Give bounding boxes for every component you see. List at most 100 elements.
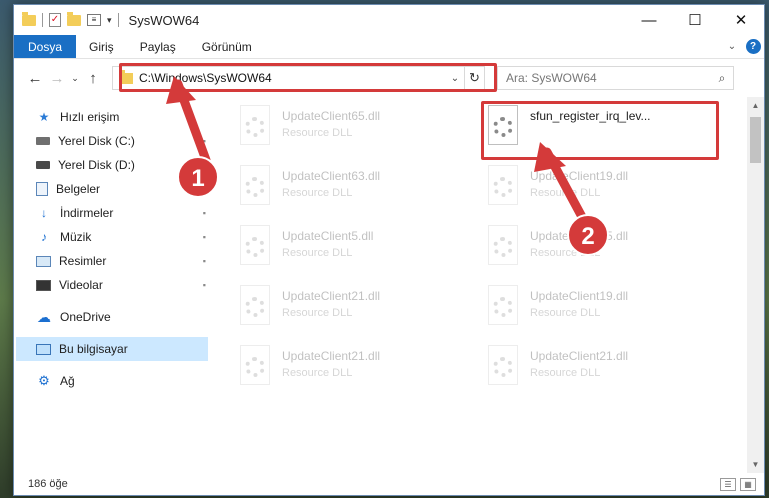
drive-icon: [36, 161, 50, 169]
file-type: Resource DLL: [282, 367, 353, 379]
back-button[interactable]: ←: [24, 70, 46, 87]
sidebar-item-label: Yerel Disk (D:): [58, 158, 135, 172]
dll-file-icon: [486, 345, 522, 389]
maximize-button[interactable]: ☐: [672, 5, 718, 35]
sidebar-item-quick-access[interactable]: ★ Hızlı erişim: [14, 105, 210, 129]
customize-toolbar-icon[interactable]: ▾: [107, 15, 112, 26]
file-type: Resource DLL: [530, 307, 601, 319]
step-badge-2: 2: [567, 214, 609, 256]
quick-access-toolbar: ✓ ≡ ▾: [22, 11, 119, 27]
recent-locations-button[interactable]: ⌄: [68, 73, 82, 84]
sidebar-item-label: Bu bilgisayar: [59, 342, 128, 356]
pin-icon[interactable]: ▪: [203, 136, 206, 146]
window-controls: — ☐ ✕: [626, 5, 764, 35]
sidebar-item-music[interactable]: ♪ Müzik ▪: [14, 225, 210, 249]
pin-icon[interactable]: ▪: [203, 256, 206, 266]
minimize-button[interactable]: —: [626, 5, 672, 35]
close-button[interactable]: ✕: [718, 5, 764, 35]
sidebar-item-network[interactable]: ⚙ Ağ: [14, 369, 210, 393]
download-icon: ↓: [41, 206, 47, 220]
tab-home[interactable]: Giriş: [76, 35, 127, 58]
scroll-down-icon[interactable]: ▼: [747, 456, 764, 473]
file-type: Resource DLL: [282, 247, 353, 259]
dll-file-icon: [238, 105, 274, 149]
forward-button[interactable]: →: [46, 70, 68, 87]
dll-file-icon: [238, 165, 274, 209]
search-icon[interactable]: ⌕: [711, 71, 733, 86]
expand-ribbon-icon[interactable]: ⌄: [722, 35, 742, 58]
file-item[interactable]: UpdateClient21.dll Resource DLL: [232, 343, 464, 397]
scroll-thumb[interactable]: [750, 117, 761, 163]
ribbon-tabs: Dosya Giriş Paylaş Görünüm ⌄ ?: [14, 35, 764, 59]
sidebar-item-downloads[interactable]: ↓ İndirmeler ▪: [14, 201, 210, 225]
dll-file-icon: [486, 165, 522, 209]
dll-file-icon: [486, 285, 522, 329]
step-badge-1: 1: [177, 156, 219, 198]
vertical-scrollbar[interactable]: ▲ ▼: [747, 97, 764, 473]
file-name: UpdateClient21.dll: [282, 289, 381, 303]
file-name: UpdateClient19.dll: [530, 289, 629, 303]
new-folder-icon[interactable]: [67, 11, 81, 26]
sidebar-item-label: Yerel Disk (C:): [58, 134, 135, 148]
cloud-icon: ☁: [37, 308, 51, 325]
star-icon: ★: [38, 110, 50, 124]
folder-icon: [22, 11, 36, 26]
sidebar-item-videos[interactable]: Videolar ▪: [14, 273, 210, 297]
network-icon: ⚙: [38, 373, 50, 388]
item-count: 186 öğe: [28, 478, 68, 490]
pin-icon[interactable]: ▪: [203, 280, 206, 290]
tab-share[interactable]: Paylaş: [127, 35, 189, 58]
dll-file-icon: [238, 225, 274, 269]
sidebar-item-local-disk-c[interactable]: Yerel Disk (C:) ▪: [14, 129, 210, 153]
dll-file-icon: [238, 285, 274, 329]
file-item[interactable]: UpdateClient19.dll Resource DLL: [480, 163, 712, 217]
navigation-pane: ★ Hızlı erişim Yerel Disk (C:) ▪ Yerel D…: [14, 97, 210, 473]
sidebar-item-label: OneDrive: [60, 310, 111, 324]
up-button[interactable]: ↑: [82, 70, 104, 87]
music-icon: ♪: [41, 230, 47, 244]
sidebar-item-label: Belgeler: [56, 182, 101, 196]
search-input[interactable]: Ara: SysWOW64 ⌕: [497, 66, 734, 90]
properties-check-icon[interactable]: ✓: [49, 13, 61, 27]
file-item[interactable]: UpdateClient5.dll Resource DLL: [232, 223, 464, 277]
pin-icon[interactable]: ▪: [203, 232, 206, 242]
file-type: Resource DLL: [282, 187, 353, 199]
scroll-up-icon[interactable]: ▲: [747, 97, 764, 114]
tab-file[interactable]: Dosya: [14, 35, 77, 58]
file-name: UpdateClient65.dll: [282, 109, 381, 123]
sidebar-item-this-pc[interactable]: Bu bilgisayar: [16, 337, 208, 361]
file-type: Resource DLL: [282, 127, 353, 139]
large-icons-view-icon[interactable]: ▦: [740, 477, 756, 491]
sidebar-item-onedrive[interactable]: ☁ OneDrive: [14, 305, 210, 329]
file-name: UpdateClient5.dll: [282, 229, 374, 243]
file-type: Resource DLL: [282, 307, 353, 319]
dll-file-icon: [238, 345, 274, 389]
address-highlight-box: [119, 63, 497, 92]
sidebar-item-label: Hızlı erişim: [60, 110, 120, 124]
videos-icon: [36, 279, 51, 291]
drive-icon: [36, 137, 50, 145]
help-icon: ?: [745, 39, 761, 54]
file-item[interactable]: UpdateClient63.dll Resource DLL: [232, 163, 464, 217]
file-item[interactable]: UpdateClient19.dll Resource DLL: [480, 283, 712, 337]
details-view-icon[interactable]: ☰: [720, 477, 736, 491]
sidebar-item-pictures[interactable]: Resimler ▪: [14, 249, 210, 273]
help-button[interactable]: ?: [742, 35, 764, 58]
document-icon: [36, 182, 48, 196]
pin-icon[interactable]: ▪: [203, 208, 206, 218]
sidebar-item-label: Ağ: [60, 374, 75, 388]
file-item[interactable]: UpdateClient21.dll Resource DLL: [232, 283, 464, 337]
view-toggle: ☰ ▦: [720, 477, 756, 491]
computer-icon: [36, 343, 51, 355]
file-highlight-box: [481, 101, 719, 160]
file-name: UpdateClient19.dll: [530, 169, 629, 183]
properties-icon[interactable]: ≡: [87, 14, 101, 26]
file-name: UpdateClient21.dll: [282, 349, 381, 363]
file-item[interactable]: UpdateClient65.dll Resource DLL: [232, 103, 464, 157]
window-title: SysWOW64: [128, 12, 200, 28]
file-item[interactable]: UpdateClient21.dll Resource DLL: [480, 343, 712, 397]
tab-view[interactable]: Görünüm: [189, 35, 265, 58]
